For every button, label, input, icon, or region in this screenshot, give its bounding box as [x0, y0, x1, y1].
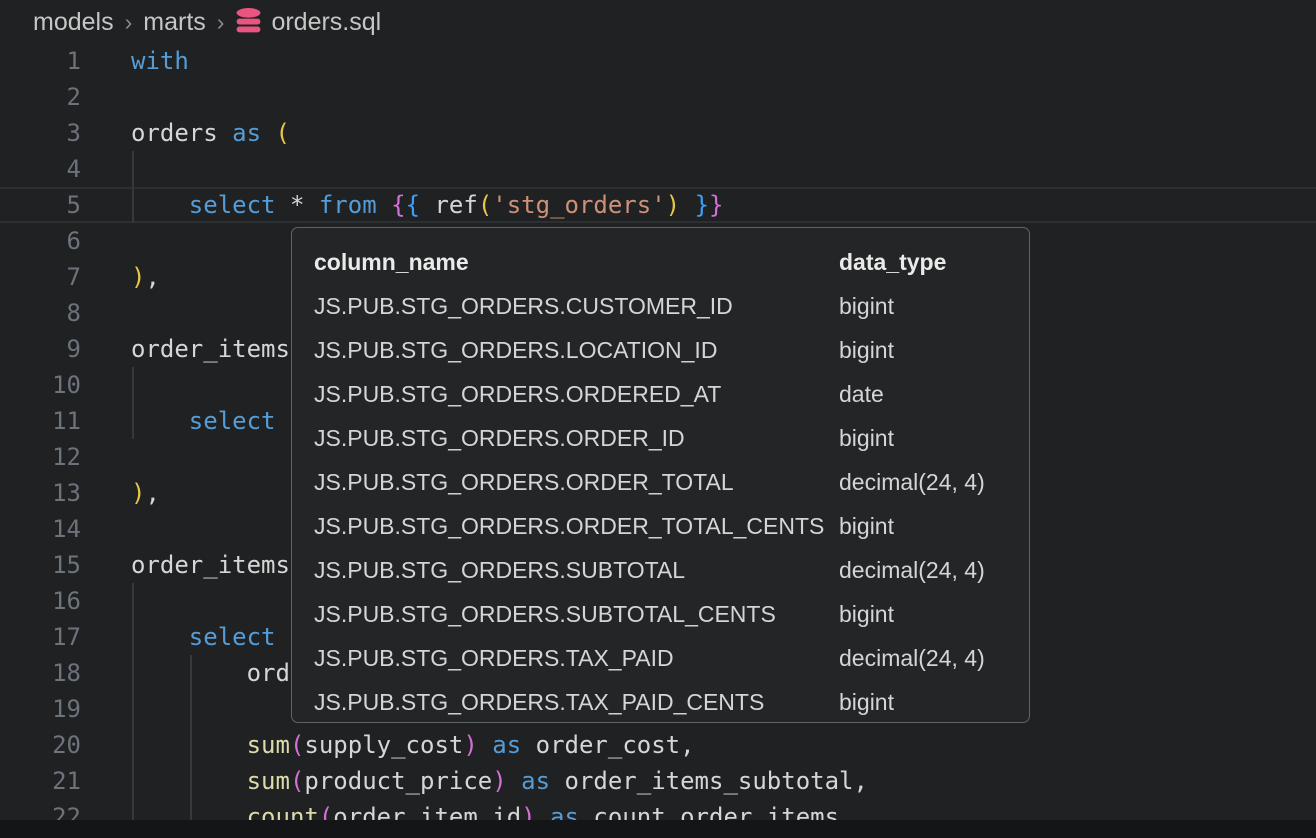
code-text: order_items: [81, 547, 290, 583]
column-name-cell: JS.PUB.STG_ORDERS.SUBTOTAL: [314, 557, 839, 584]
code-text: sum(supply_cost) as order_cost,: [81, 727, 695, 763]
table-row: JS.PUB.STG_ORDERS.SUBTOTAL_CENTSbigint: [314, 592, 1029, 636]
column-name-cell: JS.PUB.STG_ORDERS.ORDER_ID: [314, 425, 839, 452]
editor-bottom-edge: [0, 820, 1316, 838]
table-row: JS.PUB.STG_ORDERS.ORDER_TOTALdecimal(24,…: [314, 460, 1029, 504]
code-editor-window: models › marts › orders.sql 1with23order…: [0, 0, 1316, 838]
line-number: 7: [0, 259, 81, 295]
data-type-cell: bigint: [839, 293, 894, 320]
column-name-cell: JS.PUB.STG_ORDERS.TAX_PAID_CENTS: [314, 689, 839, 716]
code-text: ord: [81, 655, 290, 691]
line-number: 15: [0, 547, 81, 583]
data-type-cell: bigint: [839, 689, 894, 716]
table-row: JS.PUB.STG_ORDERS.ORDERED_ATdate: [314, 372, 1029, 416]
code-text: [81, 223, 131, 259]
code-text: [81, 151, 131, 187]
column-name-cell: JS.PUB.STG_ORDERS.ORDER_TOTAL_CENTS: [314, 513, 839, 540]
code-text: sum(product_price) as order_items_subtot…: [81, 763, 868, 799]
code-text: [81, 691, 131, 727]
code-line[interactable]: 20 sum(supply_cost) as order_cost,: [0, 727, 1316, 763]
data-type-cell: bigint: [839, 601, 894, 628]
line-number: 10: [0, 367, 81, 403]
code-text: with: [81, 43, 189, 79]
data-type-cell: decimal(24, 4): [839, 469, 985, 496]
table-row: JS.PUB.STG_ORDERS.TAX_PAIDdecimal(24, 4): [314, 636, 1029, 680]
chevron-right-icon: ›: [217, 9, 225, 36]
tooltip-header-row: column_name data_type: [314, 240, 1029, 284]
code-text: orders as (: [81, 115, 290, 151]
code-text: [81, 295, 131, 331]
code-line[interactable]: 4: [0, 151, 1316, 187]
line-number: 12: [0, 439, 81, 475]
table-row: JS.PUB.STG_ORDERS.SUBTOTALdecimal(24, 4): [314, 548, 1029, 592]
data-type-cell: date: [839, 381, 884, 408]
line-number: 21: [0, 763, 81, 799]
code-line[interactable]: 1with: [0, 43, 1316, 79]
code-text: select: [81, 403, 276, 439]
data-type-cell: bigint: [839, 337, 894, 364]
breadcrumb-item-filename[interactable]: orders.sql: [271, 8, 381, 37]
line-number: 3: [0, 115, 81, 151]
line-number: 8: [0, 295, 81, 331]
line-number: 4: [0, 151, 81, 187]
line-number: 6: [0, 223, 81, 259]
code-text: ),: [81, 475, 160, 511]
table-row: JS.PUB.STG_ORDERS.CUSTOMER_IDbigint: [314, 284, 1029, 328]
code-text: [81, 439, 131, 475]
code-text: ),: [81, 259, 160, 295]
line-number: 20: [0, 727, 81, 763]
line-number: 16: [0, 583, 81, 619]
breadcrumb-item-marts[interactable]: marts: [143, 8, 206, 37]
code-text: order_items: [81, 331, 290, 367]
column-name-cell: JS.PUB.STG_ORDERS.ORDER_TOTAL: [314, 469, 839, 496]
table-row: JS.PUB.STG_ORDERS.TAX_PAID_CENTSbigint: [314, 680, 1029, 723]
line-number: 13: [0, 475, 81, 511]
column-name-cell: JS.PUB.STG_ORDERS.ORDERED_AT: [314, 381, 839, 408]
database-icon: [235, 7, 262, 41]
line-number: 2: [0, 79, 81, 115]
line-number: 9: [0, 331, 81, 367]
breadcrumb: models › marts › orders.sql: [0, 0, 1316, 44]
chevron-right-icon: ›: [125, 9, 133, 36]
line-number: 5: [0, 187, 81, 223]
code-line[interactable]: 3orders as (: [0, 115, 1316, 151]
data-type-cell: decimal(24, 4): [839, 557, 985, 584]
column-name-cell: JS.PUB.STG_ORDERS.LOCATION_ID: [314, 337, 839, 364]
code-text: [81, 511, 131, 547]
code-text: select: [81, 619, 276, 655]
line-number: 19: [0, 691, 81, 727]
code-line[interactable]: 5 select * from {{ ref('stg_orders') }}: [0, 187, 1316, 223]
column-name-cell: JS.PUB.STG_ORDERS.CUSTOMER_ID: [314, 293, 839, 320]
tooltip-body: JS.PUB.STG_ORDERS.CUSTOMER_IDbigintJS.PU…: [314, 284, 1029, 723]
line-number: 17: [0, 619, 81, 655]
breadcrumb-item-models[interactable]: models: [33, 8, 114, 37]
code-text: [81, 583, 131, 619]
hover-tooltip-table: column_name data_type JS.PUB.STG_ORDERS.…: [291, 227, 1030, 723]
code-text: [81, 367, 131, 403]
line-number: 14: [0, 511, 81, 547]
line-number: 11: [0, 403, 81, 439]
table-row: JS.PUB.STG_ORDERS.ORDER_TOTAL_CENTSbigin…: [314, 504, 1029, 548]
code-text: select * from {{ ref('stg_orders') }}: [81, 187, 723, 223]
data-type-header: data_type: [839, 249, 946, 276]
column-name-cell: JS.PUB.STG_ORDERS.SUBTOTAL_CENTS: [314, 601, 839, 628]
column-name-cell: JS.PUB.STG_ORDERS.TAX_PAID: [314, 645, 839, 672]
code-line[interactable]: 21 sum(product_price) as order_items_sub…: [0, 763, 1316, 799]
code-text: [81, 79, 131, 115]
table-row: JS.PUB.STG_ORDERS.ORDER_IDbigint: [314, 416, 1029, 460]
data-type-cell: bigint: [839, 513, 894, 540]
code-line[interactable]: 2: [0, 79, 1316, 115]
data-type-cell: bigint: [839, 425, 894, 452]
data-type-cell: decimal(24, 4): [839, 645, 985, 672]
line-number: 18: [0, 655, 81, 691]
line-number: 1: [0, 43, 81, 79]
table-row: JS.PUB.STG_ORDERS.LOCATION_IDbigint: [314, 328, 1029, 372]
column-name-header: column_name: [314, 249, 839, 276]
